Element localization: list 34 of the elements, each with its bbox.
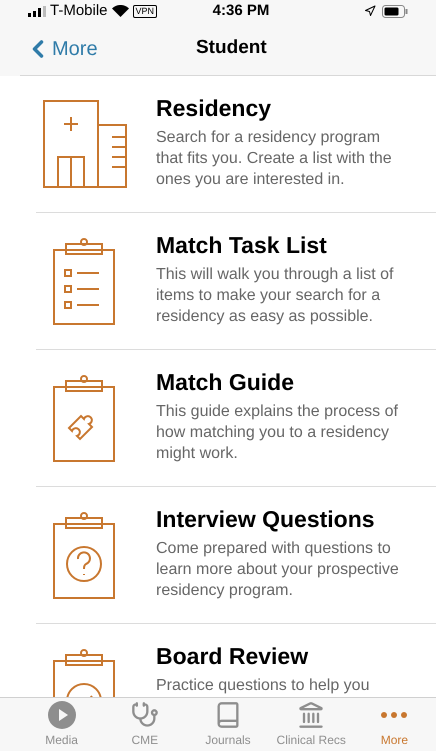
list-item[interactable]: Interview Questions Come prepared with questions to learn more about your prospective residency program.: [36, 487, 436, 624]
carrier-name: T-Mobile: [50, 0, 108, 21]
tab-item[interactable]: CME: [103, 698, 186, 751]
nav-title: Student: [196, 36, 267, 60]
location-icon: [364, 5, 376, 17]
item-title: Match Guide: [156, 368, 296, 397]
back-button[interactable]: More: [20, 34, 98, 64]
vpn-badge: VPN: [132, 4, 158, 18]
item-title: Board Review: [156, 642, 310, 671]
tab-item[interactable]: Media: [20, 698, 104, 751]
tab-item[interactable]: Clinical Recs: [270, 698, 353, 751]
building-icon: [42, 97, 128, 189]
item-description: This will walk you through a list of items to make your search for a residency as easy as possible.: [156, 265, 394, 327]
item-description: This guide explains the process of how matching you to a residency might work.: [156, 402, 399, 464]
more-icon: [381, 712, 408, 718]
item-title: Residency: [156, 94, 272, 123]
stethoscope-icon: [130, 700, 159, 728]
list-item[interactable]: Board Review Practice questions to help you: [36, 624, 436, 697]
item-description: Search for a residency program that fits you. Create a list with the ones you are interested in.: [156, 128, 393, 190]
play-icon: [48, 700, 76, 728]
list-item[interactable]: Match Task List This will walk you through a list of items to make your search for a residency as easy as possible.: [36, 213, 436, 350]
wifi-icon: [112, 5, 129, 17]
signal-icon: [28, 6, 46, 16]
item-description: Come prepared with questions to learn more about your prospective residency program.: [156, 539, 400, 601]
landmark-icon: [297, 700, 326, 728]
list-item[interactable]: Match Guide This guide explains the process of how matching you to a residency might work.: [36, 350, 436, 487]
tab-item[interactable]: Journals: [186, 698, 270, 751]
status-time: 4:36 PM: [212, 0, 270, 21]
item-description: Practice questions to help you: [156, 676, 370, 696]
tab-item[interactable]: More: [352, 698, 436, 751]
item-title: Interview Questions: [156, 505, 376, 534]
item-title: Match Task List: [156, 231, 328, 260]
list-item[interactable]: Residency Search for a residency program that fits you. Create a list with the ones you are interested in.: [36, 76, 436, 213]
battery-icon: [382, 4, 408, 18]
